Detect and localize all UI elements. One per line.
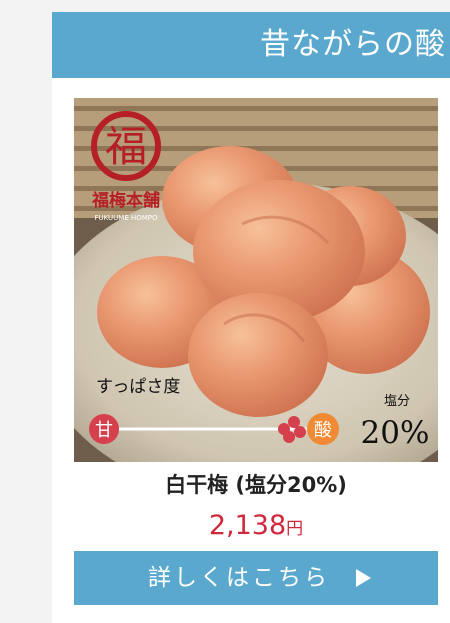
svg-text:福: 福 <box>105 122 147 171</box>
svg-text:福梅本舗: 福梅本舗 <box>91 190 160 211</box>
sweet-label: 甘 <box>95 420 113 441</box>
umeboshi-photo: 福 福梅本舗 FUKUUME HOMPO すっぱさ度 甘 酸 塩分 20% <box>74 98 438 462</box>
sour-label: 酸 <box>314 420 332 441</box>
product-name[interactable]: 白干梅 (塩分20%) <box>74 470 438 500</box>
sourness-label: すっぱさ度 <box>96 377 180 397</box>
svg-text:FUKUUME HOMPO: FUKUUME HOMPO <box>94 214 158 222</box>
salt-value: 20% <box>361 415 430 451</box>
price-amount: 2,138 <box>208 510 287 541</box>
price-unit: 円 <box>286 519 304 539</box>
details-button-label: 詳しくはこちら <box>148 565 330 591</box>
play-icon <box>356 569 371 587</box>
product-image[interactable]: 福 福梅本舗 FUKUUME HOMPO すっぱさ度 甘 酸 塩分 20% <box>74 98 438 462</box>
banner-title: 昔ながらの酸 <box>260 27 446 62</box>
category-banner: 昔ながらの酸 <box>52 12 450 78</box>
product-price: 2,138円 <box>74 508 438 547</box>
salt-label: 塩分 <box>384 394 410 409</box>
page: 昔ながらの酸 福 福梅本舗 FUKUUME HOMPO すっぱさ度 甘 酸 塩分… <box>0 0 450 623</box>
details-button[interactable]: 詳しくはこちら <box>74 551 438 605</box>
